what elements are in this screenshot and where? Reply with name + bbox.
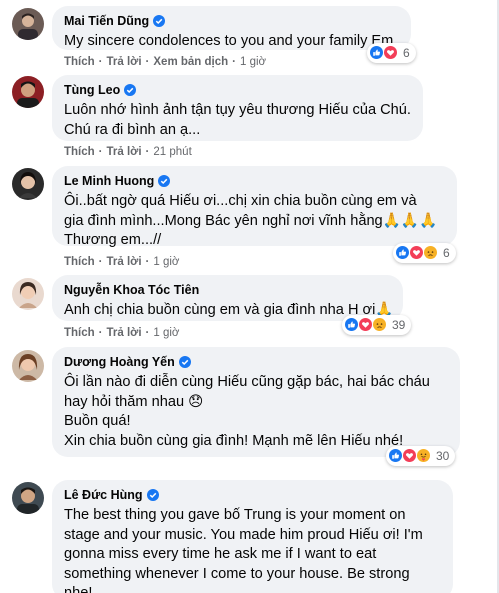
author-name[interactable]: Dương Hoàng Yến	[64, 355, 175, 369]
love-icon	[383, 45, 399, 61]
verified-badge-icon	[153, 15, 166, 27]
reaction-count: 39	[392, 318, 406, 332]
like-button[interactable]: Thích	[64, 146, 95, 158]
reaction-summary[interactable]: 30	[386, 446, 456, 466]
reaction-count: 6	[443, 246, 450, 260]
comment-text: My sincere condolences to you and your f…	[64, 33, 398, 49]
comment-bubble: Le Minh Huong Ôi..bất ngờ quá Hiếu ơi...…	[52, 166, 457, 248]
comment-text: The best thing you gave bố Trung is your…	[64, 507, 423, 593]
comment-bubble: Tùng Leo Luôn nhớ hình ảnh tận tụy yêu t…	[52, 75, 423, 141]
reply-button[interactable]: Trả lời	[107, 327, 142, 339]
author-name[interactable]: Lê Đức Hùng	[64, 488, 143, 502]
avatar[interactable]	[12, 76, 44, 108]
comment-text: Luôn nhớ hình ảnh tận tụy yêu thương Hiế…	[64, 102, 411, 138]
avatar[interactable]	[12, 8, 44, 40]
care-icon	[416, 448, 432, 464]
comment-actions: Thích · Trả lời · 1 giờ	[64, 256, 180, 268]
verified-badge-icon	[158, 175, 171, 187]
like-button[interactable]: Thích	[64, 56, 95, 68]
reaction-count: 6	[403, 46, 410, 60]
comment-text: Ôi lần nào đi diễn cùng Hiếu cũng gặp bá…	[64, 374, 430, 449]
reaction-summary[interactable]: 6	[393, 243, 456, 263]
avatar[interactable]	[12, 482, 44, 514]
sad-icon	[423, 245, 439, 261]
reaction-summary[interactable]: 39	[342, 315, 412, 335]
like-button[interactable]: Thích	[64, 327, 95, 339]
comment-bubble: Lê Đức Hùng The best thing you gave bố T…	[52, 480, 453, 593]
translate-button[interactable]: Xem bản dịch	[153, 56, 228, 68]
avatar[interactable]	[12, 168, 44, 200]
comment-actions: Thích · Trả lời · 1 giờ	[64, 327, 180, 339]
timestamp[interactable]: 21 phút	[153, 146, 191, 158]
verified-badge-icon	[178, 356, 191, 368]
reply-button[interactable]: Trả lời	[107, 256, 142, 268]
comment-actions: Thích · Trả lời · 21 phút	[64, 146, 192, 158]
timestamp[interactable]: 1 giờ	[153, 256, 179, 268]
comment-bubble: Dương Hoàng Yến Ôi lần nào đi diễn cùng …	[52, 347, 460, 457]
reply-button[interactable]: Trả lời	[107, 146, 142, 158]
comment-bubble: Mai Tiến Dũng My sincere condolences to …	[52, 6, 411, 50]
timestamp[interactable]: 1 giờ	[153, 327, 179, 339]
comment-text: Anh chị chia buồn cùng em và gia đình nh…	[64, 302, 394, 318]
avatar[interactable]	[12, 350, 44, 382]
reply-button[interactable]: Trả lời	[107, 56, 142, 68]
sad-icon	[372, 317, 388, 333]
like-button[interactable]: Thích	[64, 256, 95, 268]
author-name[interactable]: Tùng Leo	[64, 83, 120, 97]
author-name[interactable]: Mai Tiến Dũng	[64, 14, 149, 28]
author-name[interactable]: Le Minh Huong	[64, 174, 154, 188]
verified-badge-icon	[146, 489, 159, 501]
author-name[interactable]: Nguyễn Khoa Tóc Tiên	[64, 283, 199, 297]
verified-badge-icon	[124, 84, 137, 96]
avatar[interactable]	[12, 278, 44, 310]
reaction-summary[interactable]: 6	[367, 43, 416, 63]
reaction-count: 30	[436, 449, 450, 463]
comment-actions: Thích · Trả lời · Xem bản dịch · 1 giờ	[64, 56, 267, 68]
comment-text: Ôi..bất ngờ quá Hiếu ơi...chị xin chia b…	[64, 193, 438, 248]
timestamp[interactable]: 1 giờ	[240, 56, 266, 68]
